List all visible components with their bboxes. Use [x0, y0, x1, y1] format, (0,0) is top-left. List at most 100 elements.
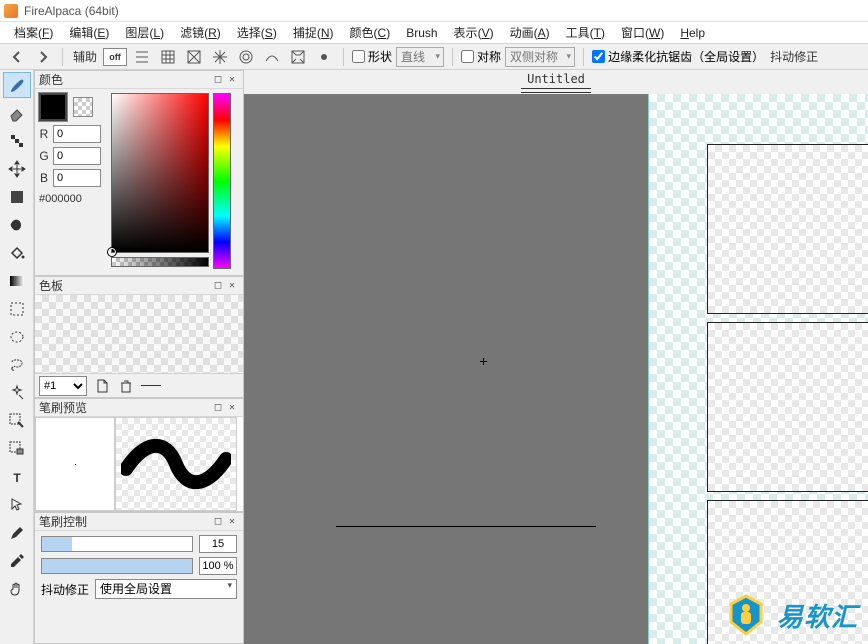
g-input[interactable]	[53, 147, 101, 165]
tools-column: T	[0, 70, 34, 644]
tool-select-pen[interactable]	[3, 408, 31, 434]
undock-icon[interactable]: ◻	[211, 515, 225, 529]
antialias-checkbox[interactable]: 边缘柔化抗锯齿（全局设置）	[592, 48, 764, 65]
tool-pointer[interactable]	[3, 492, 31, 518]
b-label: B	[39, 171, 49, 185]
undock-icon[interactable]: ◻	[211, 73, 225, 87]
color-panel: 颜色 ◻ ✕ R G B #000000	[34, 70, 244, 276]
snap-diag-icon[interactable]	[183, 47, 205, 67]
menu-color[interactable]: 颜色(C)	[342, 21, 399, 44]
menu-edit[interactable]: 编辑(E)	[61, 21, 117, 44]
tool-eraser[interactable]	[3, 100, 31, 126]
close-icon[interactable]: ✕	[225, 401, 239, 415]
brush-size-slider[interactable]	[41, 536, 193, 552]
brush-opacity-slider[interactable]	[41, 558, 193, 574]
shape-checkbox[interactable]: 形状	[352, 48, 392, 65]
brush-opacity-value[interactable]: 100 %	[199, 557, 237, 575]
shape-select[interactable]: 直线	[396, 47, 444, 67]
canvas[interactable]	[648, 94, 868, 644]
menubar: 档案(F) 编辑(E) 图层(L) 滤镜(R) 选择(S) 捕捉(N) 颜色(C…	[0, 22, 868, 44]
tool-eyedropper[interactable]	[3, 548, 31, 574]
foreground-swatch[interactable]	[39, 93, 67, 121]
menu-help[interactable]: Help	[672, 23, 713, 43]
watermark: 易软汇	[723, 592, 858, 638]
palette-preset-select[interactable]: #1	[39, 376, 87, 396]
brush-preview-title: 笔刷预览	[39, 399, 211, 416]
tool-magic-wand[interactable]	[3, 380, 31, 406]
guide-line	[336, 526, 596, 527]
tool-move[interactable]	[3, 156, 31, 182]
snap-radial-icon[interactable]	[209, 47, 231, 67]
palette-panel: 色板 ◻ ✕ #1	[34, 276, 244, 398]
close-icon[interactable]: ✕	[225, 515, 239, 529]
undock-icon[interactable]: ◻	[211, 279, 225, 293]
brush-stroke-preview	[115, 417, 237, 511]
tool-brush[interactable]	[3, 72, 31, 98]
brush-size-value[interactable]: 15	[199, 535, 237, 553]
tool-blob[interactable]	[3, 212, 31, 238]
symmetry-checkbox[interactable]: 对称	[461, 48, 501, 65]
tool-lasso[interactable]	[3, 352, 31, 378]
snap-circle-icon[interactable]	[235, 47, 257, 67]
tool-text[interactable]: T	[3, 464, 31, 490]
close-icon[interactable]: ✕	[225, 279, 239, 293]
jitter-label: 抖动修正	[768, 48, 820, 65]
toolbar: 辅助 off 形状 直线 对称 双侧对称 边缘柔化抗锯齿（全局设置） 抖动修正	[0, 44, 868, 70]
menu-snap[interactable]: 捕捉(N)	[285, 21, 342, 44]
background-swatch[interactable]	[73, 97, 93, 117]
menu-animation[interactable]: 动画(A)	[502, 21, 558, 44]
canvas-viewport[interactable]	[244, 94, 868, 644]
snap-curve-icon[interactable]	[261, 47, 283, 67]
tool-marquee-rect[interactable]	[3, 296, 31, 322]
b-input[interactable]	[53, 169, 101, 187]
comic-frame	[707, 144, 868, 314]
menu-filter[interactable]: 滤镜(R)	[172, 21, 229, 44]
close-icon[interactable]: ✕	[225, 73, 239, 87]
undock-icon[interactable]: ◻	[211, 401, 225, 415]
watermark-text: 易软汇	[777, 597, 858, 634]
brush-control-title: 笔刷控制	[39, 513, 211, 530]
snap-dot-icon[interactable]	[313, 47, 335, 67]
app-icon	[4, 4, 18, 18]
menu-tools[interactable]: 工具(T)	[558, 21, 613, 44]
palette-grid[interactable]	[35, 295, 243, 373]
tool-dot[interactable]	[3, 128, 31, 154]
snap-perspective-icon[interactable]	[287, 47, 309, 67]
menu-view[interactable]: 表示(V)	[446, 21, 502, 44]
comic-frame	[707, 322, 868, 492]
g-label: G	[39, 149, 49, 163]
canvas-area: Untitled	[244, 70, 868, 644]
delete-swatch-icon[interactable]	[117, 377, 135, 395]
tool-gradient[interactable]	[3, 268, 31, 294]
nav-prev-button[interactable]	[6, 47, 28, 67]
nav-next-button[interactable]	[32, 47, 54, 67]
symmetry-select[interactable]: 双侧对称	[505, 47, 575, 67]
r-input[interactable]	[53, 125, 101, 143]
brush-preview-panel: 笔刷预览 ◻ ✕	[34, 398, 244, 512]
divider-icon	[141, 385, 161, 386]
jitter-correction-select[interactable]: 使用全局设置	[95, 579, 237, 599]
new-swatch-icon[interactable]	[93, 377, 111, 395]
menu-select[interactable]: 选择(S)	[229, 21, 285, 44]
tool-bucket[interactable]	[3, 240, 31, 266]
menu-brush[interactable]: Brush	[398, 23, 445, 43]
tool-hand[interactable]	[3, 576, 31, 602]
assist-off-button[interactable]: off	[103, 48, 127, 66]
snap-parallel-icon[interactable]	[131, 47, 153, 67]
menu-window[interactable]: 窗口(W)	[613, 21, 672, 44]
palette-panel-title: 色板	[39, 277, 211, 294]
tool-fill-shape[interactable]	[3, 184, 31, 210]
tool-select-eraser[interactable]	[3, 436, 31, 462]
menu-layer[interactable]: 图层(L)	[117, 21, 172, 44]
document-tab[interactable]: Untitled	[519, 70, 593, 88]
svg-text:T: T	[13, 471, 21, 485]
menu-file[interactable]: 档案(F)	[6, 21, 61, 44]
sv-picker[interactable]	[111, 93, 209, 253]
hue-slider[interactable]	[213, 93, 231, 269]
alpha-slider[interactable]	[111, 257, 209, 267]
assist-label: 辅助	[71, 48, 99, 65]
snap-grid-icon[interactable]	[157, 47, 179, 67]
color-panel-title: 颜色	[39, 71, 211, 88]
tool-pen[interactable]	[3, 520, 31, 546]
tool-marquee-ellipse[interactable]	[3, 324, 31, 350]
